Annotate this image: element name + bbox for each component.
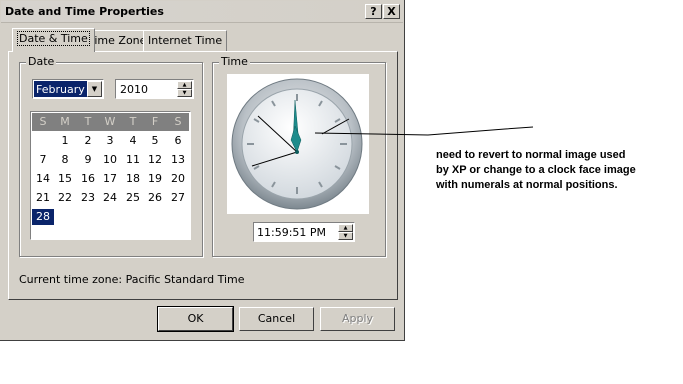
annotation-line: need to revert to normal image used [436,149,626,161]
annotation-line: by XP or change to a clock face image [436,164,636,176]
annotation-line: with numerals at normal positions. [436,179,618,191]
annotation-note: need to revert to normal image used by X… [436,148,671,193]
